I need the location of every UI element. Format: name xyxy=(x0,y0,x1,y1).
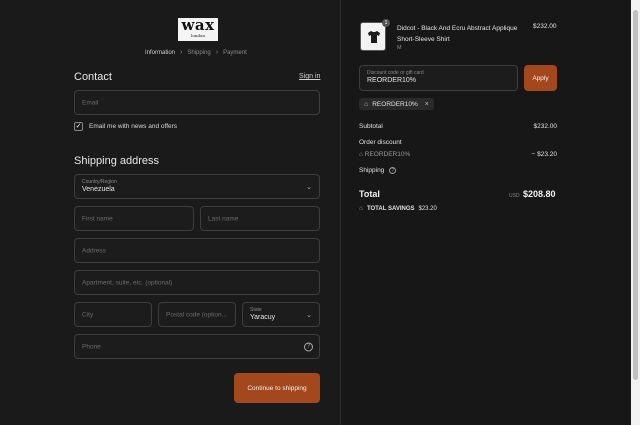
newsletter-checkbox[interactable]: ✓ xyxy=(74,122,83,131)
country-select[interactable]: Country/Region Venezuela ⌄ xyxy=(74,174,320,199)
address-placeholder: Address xyxy=(82,247,106,254)
shirt-icon xyxy=(368,31,380,43)
savings-label: TOTAL SAVINGS xyxy=(366,205,415,212)
apartment-placeholder: Apartment, suite, etc. (optional) xyxy=(82,279,173,286)
tag-icon: ⌂ xyxy=(364,100,369,108)
shipping-row: Shipping ? xyxy=(359,167,557,174)
apply-discount-button[interactable]: Apply xyxy=(524,65,557,91)
subtotal-value: $232.00 xyxy=(533,123,558,130)
breadcrumb: Information › Shipping › Payment xyxy=(145,49,247,56)
state-label: State xyxy=(250,307,262,313)
chevron-down-icon: ⌄ xyxy=(306,311,312,319)
product-price: $232.00 xyxy=(533,23,557,30)
total-savings: ⌂ TOTAL SAVINGS $23.20 xyxy=(359,205,437,212)
applied-discount-tag: ⌂ REORDER10% × xyxy=(359,98,434,110)
email-field[interactable]: Email xyxy=(74,90,320,115)
postal-code-placeholder: Postal code (option... xyxy=(166,311,228,318)
applied-code: REORDER10% xyxy=(372,100,418,108)
state-value: Yaracuy xyxy=(250,314,276,321)
breadcrumb-shipping: Shipping xyxy=(187,49,211,56)
last-name-field[interactable]: Last name xyxy=(200,206,320,231)
product-variant: M xyxy=(397,45,402,51)
total-amount: $208.80 xyxy=(523,189,556,199)
city-field[interactable]: City xyxy=(74,302,152,327)
product-thumbnail xyxy=(360,22,386,51)
email-placeholder: Email xyxy=(82,99,99,106)
first-name-placeholder: First name xyxy=(82,215,113,222)
savings-amount: $23.20 xyxy=(418,205,437,212)
logo-main-text: wax xyxy=(181,16,215,34)
phone-placeholder: Phone xyxy=(82,343,101,350)
order-discount-row: Order discount xyxy=(359,139,557,146)
subtotal-row: Subtotal $232.00 xyxy=(359,123,557,130)
brand-logo[interactable]: wax london xyxy=(178,18,218,41)
remove-discount-icon[interactable]: × xyxy=(425,101,429,108)
country-value: Venezuela xyxy=(82,186,115,193)
address-field[interactable]: Address xyxy=(74,238,320,263)
country-label: Country/Region xyxy=(82,179,117,185)
breadcrumb-payment: Payment xyxy=(223,49,247,56)
city-placeholder: City xyxy=(82,311,94,318)
shipping-label: Shipping xyxy=(359,167,385,175)
tag-icon: ⌂ xyxy=(359,151,363,158)
newsletter-label: Email me with news and offers xyxy=(89,123,178,130)
discount-code-input[interactable]: Discount code or gift card REORDER10% xyxy=(359,65,518,91)
discount-code-label: REORDER10% xyxy=(364,151,411,158)
currency-code: USD xyxy=(509,193,520,199)
chevron-right-icon: › xyxy=(180,49,183,56)
help-icon[interactable]: ? xyxy=(389,167,397,174)
chevron-right-icon: › xyxy=(215,49,219,56)
last-name-placeholder: Last name xyxy=(208,215,239,222)
subtotal-label: Subtotal xyxy=(359,123,383,130)
total-label: Total xyxy=(359,189,380,199)
tag-icon: ⌂ xyxy=(359,205,363,212)
order-summary-panel: 1 Didcot - Black And Ecru Abstract Appli… xyxy=(340,0,631,425)
continue-to-shipping-button[interactable]: Continue to shipping xyxy=(234,373,320,403)
scrollbar-thumb[interactable] xyxy=(633,10,638,380)
apartment-field[interactable]: Apartment, suite, etc. (optional) xyxy=(74,270,320,295)
shipping-address-heading: Shipping address xyxy=(74,155,160,167)
order-discount-label: Order discount xyxy=(359,139,402,146)
postal-code-field[interactable]: Postal code (option... xyxy=(158,302,236,327)
signin-link[interactable]: Sign in xyxy=(299,73,320,80)
page-scrollbar[interactable] xyxy=(631,0,640,425)
product-name: Didcot - Black And Ecru Abstract Appliqu… xyxy=(397,25,518,43)
newsletter-row[interactable]: ✓ Email me with news and offers xyxy=(74,122,177,131)
breadcrumb-information[interactable]: Information xyxy=(145,50,175,56)
state-select[interactable]: State Yaracuy ⌄ xyxy=(242,302,320,327)
checkout-form-panel: wax london Information › Shipping › Paym… xyxy=(0,0,340,425)
contact-heading: Contact xyxy=(74,71,112,83)
discount-amount: − $23.20 xyxy=(531,151,557,158)
quantity-badge: 1 xyxy=(382,19,390,27)
first-name-field[interactable]: First name xyxy=(74,206,194,231)
help-icon[interactable]: ? xyxy=(304,342,313,351)
discount-label: Discount code or gift card xyxy=(367,70,424,76)
chevron-down-icon: ⌄ xyxy=(306,183,312,191)
discount-value: REORDER10% xyxy=(367,77,417,84)
phone-field[interactable]: Phone ? xyxy=(74,334,320,359)
discount-code-row: ⌂ REORDER10% − $23.20 xyxy=(359,151,557,158)
